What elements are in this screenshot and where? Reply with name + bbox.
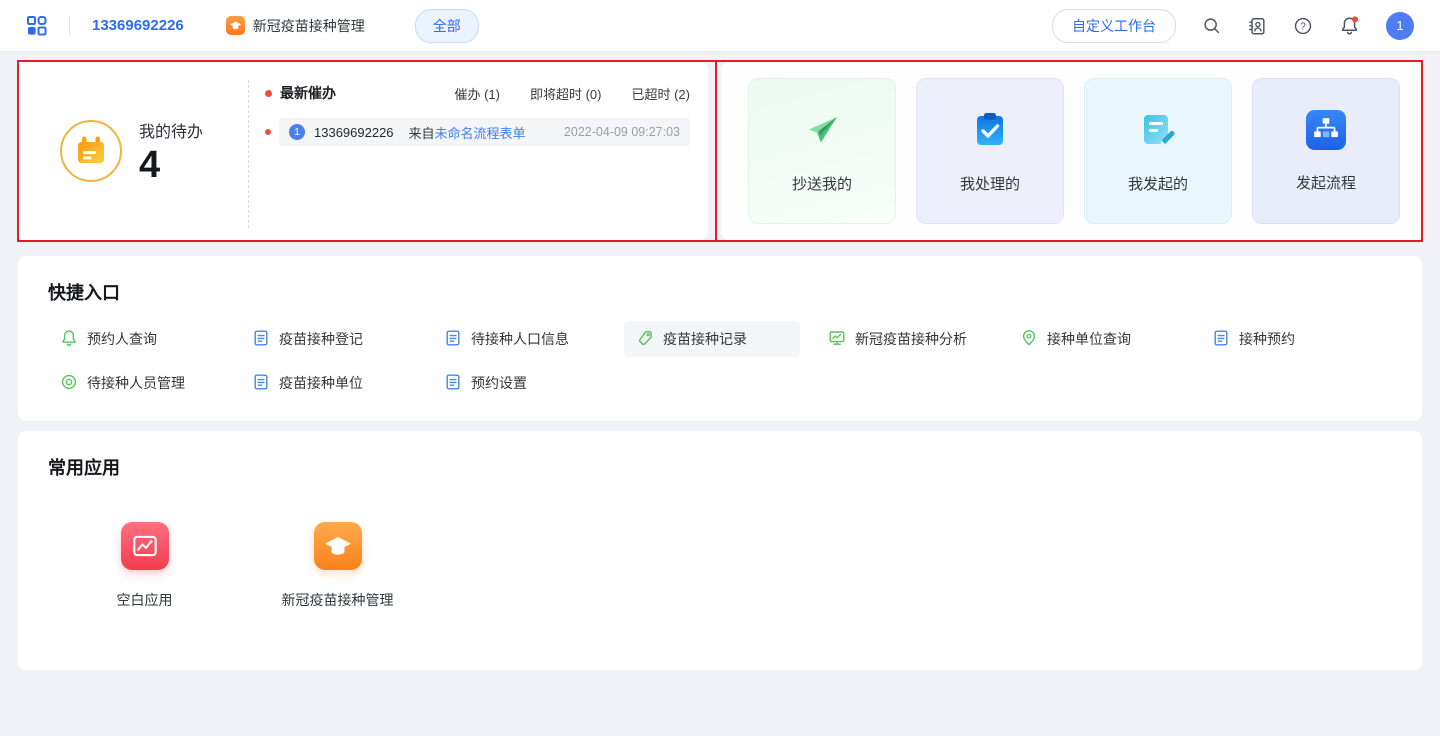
flowchart-icon xyxy=(1306,110,1346,155)
red-dot-icon xyxy=(265,129,271,135)
app-blank[interactable]: 空白应用 xyxy=(48,522,241,610)
tile-label: 发起流程 xyxy=(1296,172,1356,193)
todo-title: 我的待办 xyxy=(139,118,203,142)
quick-item-label: 疫苗接种记录 xyxy=(663,329,747,349)
document-icon xyxy=(252,329,270,350)
app-covid-vaccine-management[interactable]: 新冠疫苗接种管理 xyxy=(241,522,434,610)
contacts-icon[interactable] xyxy=(1247,16,1267,36)
tab-about-to-timeout[interactable]: 即将超时 (0) xyxy=(530,84,602,103)
nav-divider xyxy=(69,16,70,36)
document-icon xyxy=(252,373,270,394)
todo-count: 4 xyxy=(139,146,203,184)
quick-item-label: 疫苗接种登记 xyxy=(279,329,363,349)
reminder-source-link[interactable]: 未命名流程表单 xyxy=(435,126,526,141)
workbench-content: 我的待办 4 最新催办 催办 (1) 即将超时 (0) 已超时 (2) xyxy=(0,52,1440,670)
annotation-divider-line xyxy=(715,60,717,242)
reminders-header: 最新催办 催办 (1) 即将超时 (0) 已超时 (2) xyxy=(265,83,690,103)
top-nav: 13369692226 新冠疫苗接种管理 全部 自定义工作台 xyxy=(0,0,1440,52)
tile-start-process[interactable]: 发起流程 xyxy=(1252,78,1400,224)
quick-item-vaccination-records[interactable]: 疫苗接种记录 xyxy=(624,321,800,357)
latest-reminders-panel: 最新催办 催办 (1) 即将超时 (0) 已超时 (2) 1 133696922… xyxy=(249,62,708,240)
user-avatar[interactable]: 1 xyxy=(1386,12,1414,40)
common-apps-row: 空白应用 新冠疫苗接种管理 xyxy=(48,522,1392,610)
quick-item-label: 疫苗接种单位 xyxy=(279,373,363,393)
reminder-source-prefix: 来自 xyxy=(409,126,435,141)
tile-label: 抄送我的 xyxy=(792,173,852,194)
red-dot-icon xyxy=(265,90,272,97)
nav-left-group: 13369692226 新冠疫苗接种管理 全部 xyxy=(26,9,479,43)
quick-entry-grid: 预约人查询 疫苗接种登记 待接种人口信息 疫苗接种记录 新冠疫苗接种分析 接种单 xyxy=(48,321,1392,401)
svg-text:?: ? xyxy=(1300,21,1306,32)
document-icon xyxy=(444,329,462,350)
todo-overview-section: 我的待办 4 最新催办 催办 (1) 即将超时 (0) 已超时 (2) xyxy=(18,62,1422,240)
notifications-bell-icon[interactable] xyxy=(1339,15,1360,36)
quick-entry-title: 快捷入口 xyxy=(48,279,1392,305)
current-app-name: 新冠疫苗接种管理 xyxy=(253,16,365,36)
workspace-id-link[interactable]: 13369692226 xyxy=(92,17,184,34)
document-icon xyxy=(1212,329,1230,350)
reminder-item-wrap: 1 13369692226 来自未命名流程表单 2022-04-09 09:27… xyxy=(265,118,690,146)
document-edit-icon xyxy=(1137,109,1179,156)
tag-icon xyxy=(636,329,654,350)
quick-item-vaccination-unit[interactable]: 疫苗接种单位 xyxy=(240,365,416,401)
quick-item-label: 新冠疫苗接种分析 xyxy=(855,329,967,349)
my-todo-card: 我的待办 4 最新催办 催办 (1) 即将超时 (0) 已超时 (2) xyxy=(18,62,708,240)
task-tiles-card: 抄送我的 我处理的 xyxy=(721,62,1422,240)
common-apps-section: 常用应用 空白应用 新冠疫 xyxy=(18,431,1422,670)
paper-plane-icon xyxy=(801,109,843,156)
target-icon xyxy=(60,373,78,394)
tile-label: 我处理的 xyxy=(960,173,1020,194)
quick-item-to-vaccinate-population-info[interactable]: 待接种人口信息 xyxy=(432,321,608,357)
current-app-chip[interactable]: 新冠疫苗接种管理 xyxy=(226,16,365,36)
image-app-icon xyxy=(121,522,169,570)
todo-summary[interactable]: 我的待办 4 xyxy=(18,62,248,240)
tile-initiated-by-me[interactable]: 我发起的 xyxy=(1084,78,1232,224)
bell-icon xyxy=(60,329,78,350)
quick-item-label: 预约人查询 xyxy=(87,329,157,349)
workbench-grid-icon[interactable] xyxy=(26,15,47,36)
tab-urge[interactable]: 催办 (1) xyxy=(454,84,500,103)
tile-handled-by-me[interactable]: 我处理的 xyxy=(916,78,1064,224)
help-icon[interactable]: ? xyxy=(1293,16,1313,36)
tile-cc-to-me[interactable]: 抄送我的 xyxy=(748,78,896,224)
document-icon xyxy=(444,373,462,394)
location-pin-icon xyxy=(1020,329,1038,350)
clipboard-check-icon xyxy=(969,109,1011,156)
scope-all-pill[interactable]: 全部 xyxy=(415,9,479,43)
app-label: 空白应用 xyxy=(117,590,173,610)
search-icon[interactable] xyxy=(1202,16,1221,35)
quick-entry-section: 快捷入口 预约人查询 疫苗接种登记 待接种人口信息 疫苗接种记录 新冠疫苗接种分… xyxy=(18,256,1422,421)
reminder-list-item[interactable]: 1 13369692226 来自未命名流程表单 2022-04-09 09:27… xyxy=(279,118,690,146)
quick-item-label: 接种预约 xyxy=(1239,329,1295,349)
app-label: 新冠疫苗接种管理 xyxy=(282,590,394,610)
quick-item-vaccination-registration[interactable]: 疫苗接种登记 xyxy=(240,321,416,357)
quick-item-label: 待接种人口信息 xyxy=(471,329,569,349)
quick-item-covid-vaccination-analysis[interactable]: 新冠疫苗接种分析 xyxy=(816,321,992,357)
quick-item-label: 待接种人员管理 xyxy=(87,373,185,393)
reminders-tabs: 催办 (1) 即将超时 (0) 已超时 (2) xyxy=(454,84,690,103)
reminder-timestamp: 2022-04-09 09:27:03 xyxy=(564,125,680,139)
graduation-cap-app-icon xyxy=(314,522,362,570)
quick-item-appointment-person-query[interactable]: 预约人查询 xyxy=(48,321,224,357)
monitor-chart-icon xyxy=(828,329,846,350)
quick-item-appointment-settings[interactable]: 预约设置 xyxy=(432,365,608,401)
quick-item-to-vaccinate-personnel-management[interactable]: 待接种人员管理 xyxy=(48,365,224,401)
customize-workbench-button[interactable]: 自定义工作台 xyxy=(1052,9,1176,43)
common-apps-title: 常用应用 xyxy=(48,454,1392,480)
quick-item-vaccination-appointment[interactable]: 接种预约 xyxy=(1200,321,1376,357)
tab-timed-out[interactable]: 已超时 (2) xyxy=(631,84,690,103)
app-logo-icon xyxy=(226,16,245,35)
quick-item-vaccination-site-query[interactable]: 接种单位查询 xyxy=(1008,321,1184,357)
tile-label: 我发起的 xyxy=(1128,173,1188,194)
todo-meta: 我的待办 4 xyxy=(139,118,203,184)
reminder-source: 来自未命名流程表单 xyxy=(409,123,526,142)
reminder-name: 13369692226 xyxy=(314,125,394,140)
quick-item-label: 预约设置 xyxy=(471,373,527,393)
count-badge: 1 xyxy=(289,124,305,140)
quick-item-label: 接种单位查询 xyxy=(1047,329,1131,349)
calendar-todo-icon xyxy=(60,120,122,182)
nav-right-group: 自定义工作台 ? xyxy=(1052,9,1414,43)
reminders-title: 最新催办 xyxy=(280,83,336,103)
